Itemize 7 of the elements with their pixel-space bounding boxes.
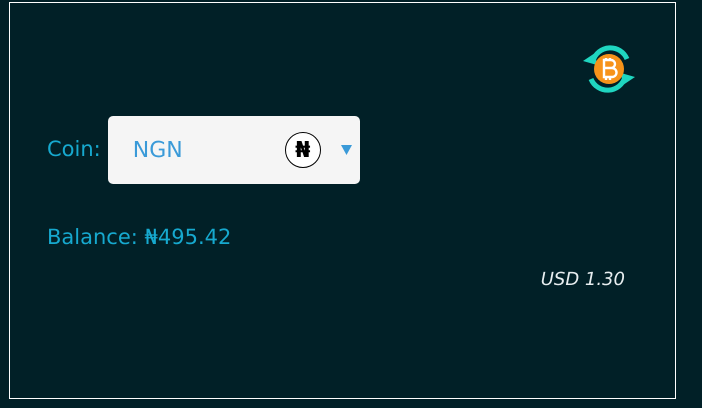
balance-text: Balance: ₦495.42 — [47, 225, 232, 249]
bitcoin-refresh-icon[interactable] — [581, 43, 637, 95]
coin-select[interactable]: NGN ₦ — [108, 116, 360, 184]
usd-value: USD 1.30 — [540, 268, 625, 292]
coin-label: Coin: — [47, 136, 101, 164]
caret-icon — [340, 145, 352, 155]
naira-coin-icon: ₦ — [284, 132, 321, 168]
